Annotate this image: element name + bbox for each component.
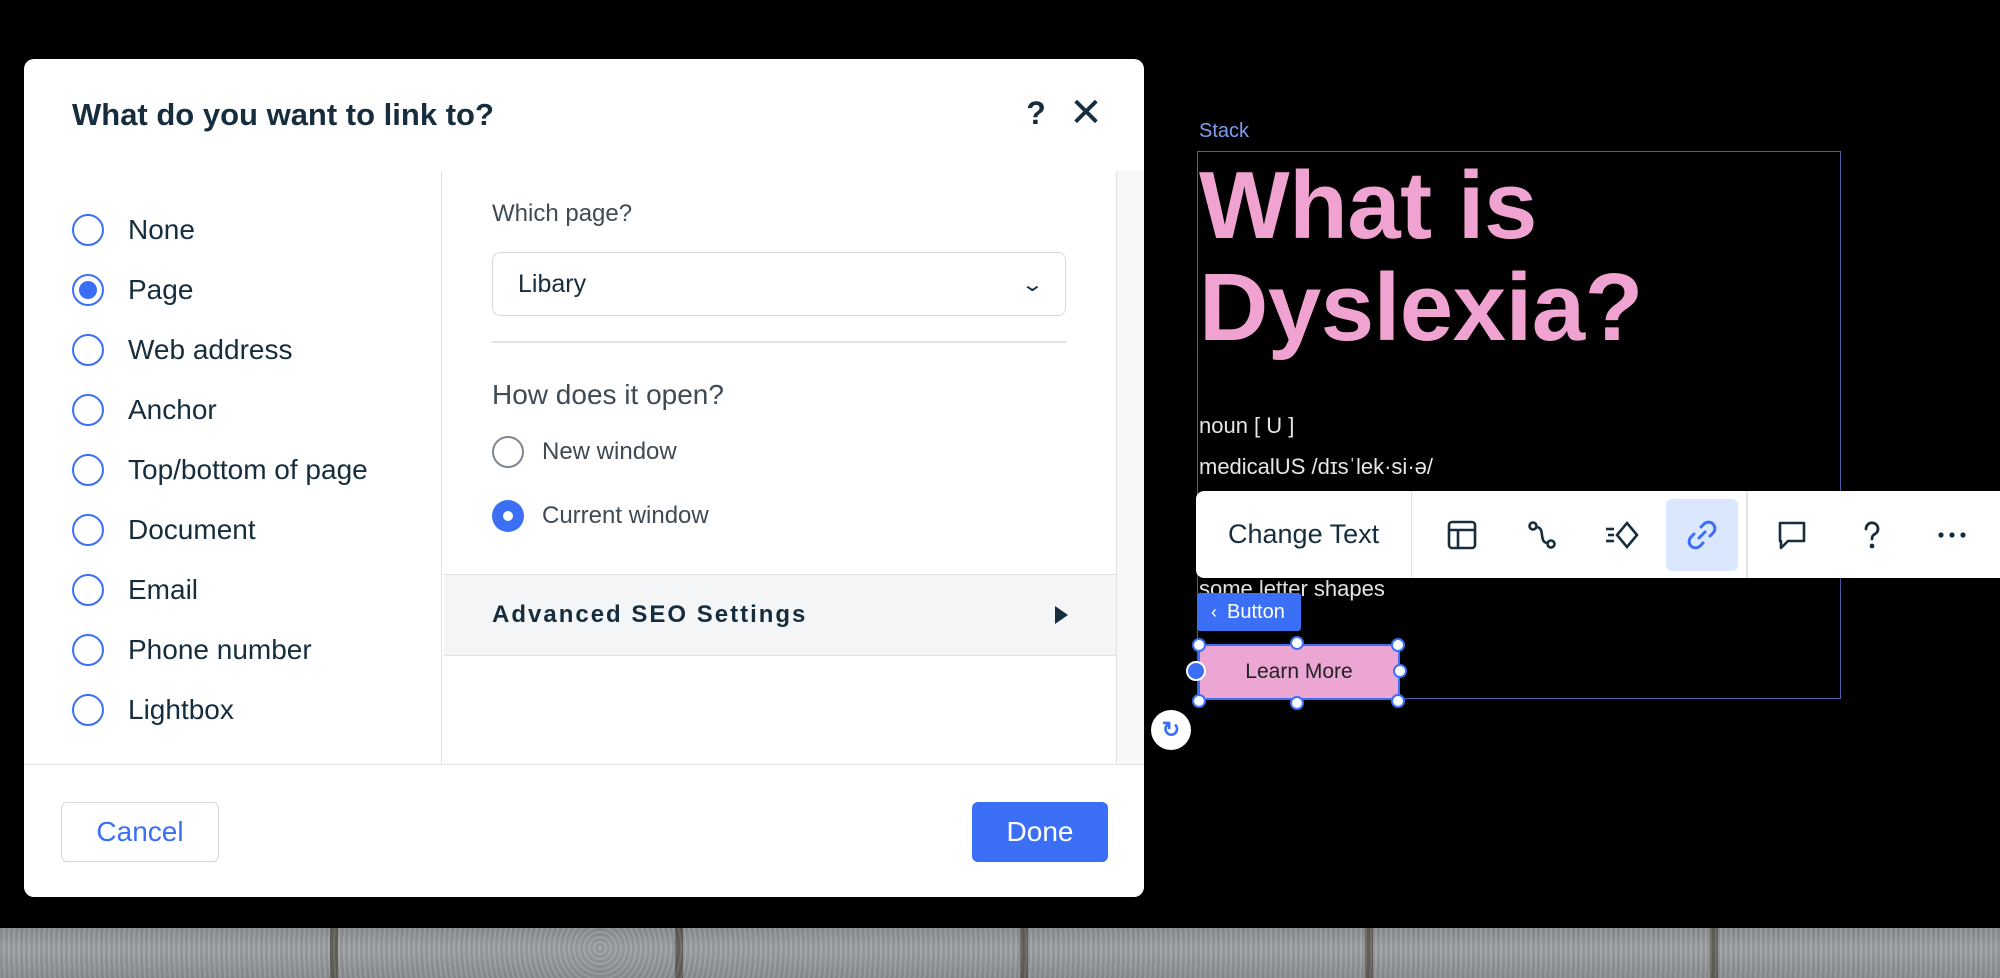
open-current-window[interactable]: Current window <box>492 500 709 532</box>
resize-handle-bottom[interactable] <box>1290 696 1304 710</box>
which-page-label: Which page? <box>492 200 633 227</box>
close-icon[interactable]: ✕ <box>1066 89 1106 137</box>
open-option-label: Current window <box>542 502 709 529</box>
definition-pos[interactable]: noun [ U ] <box>1199 413 1294 439</box>
radio-email[interactable] <box>72 574 104 606</box>
resize-handle-bottom-right[interactable] <box>1391 694 1405 708</box>
radio-document[interactable] <box>72 514 104 546</box>
link-type-email[interactable]: Email <box>72 574 198 606</box>
link-type-page[interactable]: Page <box>72 274 193 306</box>
learn-more-button[interactable]: Learn More <box>1198 644 1400 700</box>
radio-page[interactable] <box>72 274 104 306</box>
link-type-list: None Page Web address Anchor Top/bottom … <box>24 171 442 765</box>
radio-web-address[interactable] <box>72 334 104 366</box>
definition-pronunciation[interactable]: medicalUS /dɪsˈlek·si·ə/ <box>1199 454 1433 480</box>
chevron-left-icon: ‹ <box>1211 601 1217 622</box>
change-text-label: Change Text <box>1228 519 1380 549</box>
resize-handle-top-right[interactable] <box>1391 638 1405 652</box>
open-option-label: New window <box>542 438 677 465</box>
hero-title[interactable]: What is Dyslexia? <box>1199 155 1799 359</box>
link-dialog: What do you want to link to? ? ✕ None Pa… <box>24 59 1144 897</box>
background-image-strip <box>0 928 2000 978</box>
done-button[interactable]: Done <box>972 802 1108 862</box>
drag-handle-left[interactable] <box>1186 661 1206 681</box>
layout-icon[interactable] <box>1426 499 1498 571</box>
page-select-value: Libary <box>518 269 587 298</box>
radio-phone[interactable] <box>72 634 104 666</box>
cancel-button[interactable]: Cancel <box>61 802 219 862</box>
radio-anchor[interactable] <box>72 394 104 426</box>
link-type-anchor[interactable]: Anchor <box>72 394 217 426</box>
radio-current-window[interactable] <box>492 500 524 532</box>
link-type-top-bottom[interactable]: Top/bottom of page <box>72 454 368 486</box>
open-new-window[interactable]: New window <box>492 436 677 468</box>
play-arrow-icon <box>1055 606 1068 624</box>
element-type-label: Button <box>1227 600 1285 623</box>
advanced-seo-toggle[interactable]: Advanced SEO Settings <box>444 574 1116 656</box>
dialog-title: What do you want to link to? <box>72 97 494 132</box>
comment-icon[interactable] <box>1756 499 1828 571</box>
link-type-label: Document <box>128 514 256 545</box>
radio-new-window[interactable] <box>492 436 524 468</box>
link-type-label: Anchor <box>128 394 217 425</box>
toolbar-separator <box>1746 491 1748 578</box>
dialog-footer: Cancel Done <box>24 764 1144 897</box>
resize-handle-bottom-left[interactable] <box>1192 694 1206 708</box>
resize-handle-top-left[interactable] <box>1192 638 1206 652</box>
connect-icon[interactable] <box>1506 499 1578 571</box>
learn-more-label: Learn More <box>1245 660 1353 683</box>
radio-none[interactable] <box>72 214 104 246</box>
link-type-phone[interactable]: Phone number <box>72 634 312 666</box>
link-type-web-address[interactable]: Web address <box>72 334 292 366</box>
rotate-icon[interactable]: ↻ <box>1151 710 1191 750</box>
link-type-label: Top/bottom of page <box>128 454 368 485</box>
help-icon[interactable] <box>1836 499 1908 571</box>
resize-handle-top[interactable] <box>1290 636 1304 650</box>
link-settings-panel: Which page? Libary ⌄ How does it open? N… <box>444 171 1116 765</box>
element-toolbar: Change Text <box>1196 491 2000 578</box>
more-icon[interactable] <box>1916 499 1988 571</box>
link-type-document[interactable]: Document <box>72 514 256 546</box>
page-select[interactable]: Libary ⌄ <box>492 252 1066 316</box>
change-text-button[interactable]: Change Text <box>1196 491 1413 578</box>
scrollbar[interactable] <box>1116 171 1144 765</box>
help-icon[interactable]: ? <box>1019 95 1053 132</box>
advanced-seo-label: Advanced SEO Settings <box>492 601 808 628</box>
link-type-label: Phone number <box>128 634 312 665</box>
stack-label: Stack <box>1199 120 1250 142</box>
radio-top-bottom[interactable] <box>72 454 104 486</box>
link-type-label: Lightbox <box>128 694 234 725</box>
link-type-label: None <box>128 214 195 245</box>
chevron-down-icon: ⌄ <box>1020 273 1045 296</box>
link-type-lightbox[interactable]: Lightbox <box>72 694 234 726</box>
link-type-none[interactable]: None <box>72 214 195 246</box>
divider <box>492 341 1066 343</box>
animation-icon[interactable] <box>1586 499 1658 571</box>
element-type-tag[interactable]: ‹ Button <box>1197 593 1301 631</box>
resize-handle-right[interactable] <box>1393 664 1407 678</box>
link-type-label: Web address <box>128 334 293 365</box>
radio-lightbox[interactable] <box>72 694 104 726</box>
open-mode-heading: How does it open? <box>492 379 724 410</box>
link-type-label: Email <box>128 574 199 605</box>
link-icon[interactable] <box>1666 498 1739 571</box>
link-type-label: Page <box>128 274 194 305</box>
